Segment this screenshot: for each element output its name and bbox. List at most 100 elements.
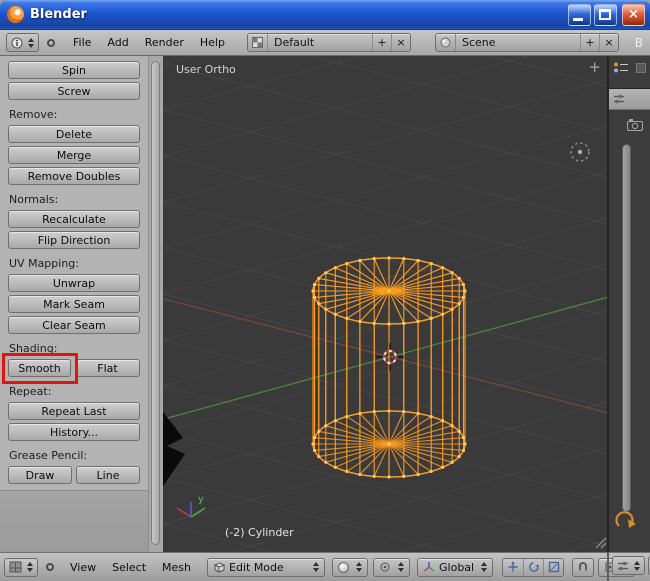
transform-orientation-select[interactable]: Global [417, 557, 494, 577]
tool-button-clear-seam[interactable]: Clear Seam [8, 316, 140, 334]
scene-name-field[interactable]: Scene [454, 34, 580, 51]
menu-mesh[interactable]: Mesh [154, 561, 199, 574]
viewport-canvas[interactable] [163, 56, 607, 552]
screen-layout-icon [251, 37, 263, 48]
scene-unlink-button[interactable]: × [598, 34, 618, 51]
screen-browse-button[interactable] [248, 34, 267, 51]
orientation-value: Global [439, 560, 475, 574]
view-mode-label: User Ortho [176, 63, 236, 76]
viewport-3d: User Ortho + y (-2) Cylinder [163, 56, 607, 552]
mode-select[interactable]: Edit Mode [207, 557, 326, 577]
manipulator-translate-button[interactable] [503, 558, 524, 576]
pivot-icon [380, 562, 390, 572]
manipulator-rotate-button[interactable] [523, 558, 544, 576]
menu-help[interactable]: Help [192, 36, 233, 49]
close-icon: × [628, 7, 639, 22]
properties-editor-icon [618, 561, 628, 570]
tool-button-repeat-last[interactable]: Repeat Last [8, 402, 140, 420]
editor-type-select-properties[interactable] [612, 556, 645, 575]
orientation-arrows-icon [481, 562, 488, 572]
blender-logo-icon [7, 6, 24, 23]
magnet-icon [578, 562, 588, 573]
maximize-button[interactable] [594, 3, 617, 26]
menu-collapse-toggle[interactable] [46, 563, 54, 571]
tool-button-flat[interactable]: Flat [75, 359, 140, 377]
maximize-icon [599, 8, 611, 20]
pivot-select-arrows-icon [398, 562, 405, 572]
manipulator-group [502, 557, 565, 577]
menu-render[interactable]: Render [137, 36, 192, 49]
tool-button-mark-seam[interactable]: Mark Seam [8, 295, 140, 313]
mini-axis-y-label: y [198, 494, 204, 505]
shading-select-arrows-icon [356, 562, 363, 572]
section-label-repeat: Repeat: [9, 385, 52, 398]
axis-icon [424, 562, 434, 572]
properties-bottom-header [612, 556, 650, 575]
minimize-button[interactable] [568, 3, 591, 26]
menu-collapse-toggle[interactable] [47, 38, 55, 47]
editor-select-arrows-icon [27, 562, 33, 572]
object-info-label: (-2) Cylinder [225, 526, 294, 539]
screen-name-field[interactable]: Default [266, 34, 372, 51]
scene-icon [440, 37, 451, 48]
tool-button-smooth[interactable]: Smooth [8, 359, 71, 377]
close-button[interactable]: × [622, 3, 645, 26]
right-panel-strip [607, 56, 650, 552]
screen-layout-selector: Default + × [246, 33, 411, 52]
editor-select-arrows-icon [28, 37, 34, 48]
render-tab-camera-icon[interactable] [627, 118, 643, 134]
view-rotate-widget-icon[interactable] [613, 506, 637, 535]
mode-select-arrows-icon [313, 562, 320, 572]
tool-button-delete[interactable]: Delete [8, 125, 140, 143]
tool-button-unwrap[interactable]: Unwrap [8, 274, 140, 292]
tool-shelf-panels: Spin Screw Remove: Delete Merge Remove D… [0, 56, 148, 490]
editor-type-select-info[interactable] [6, 33, 39, 52]
properties-header [609, 89, 650, 110]
tool-button-remove-doubles[interactable]: Remove Doubles [8, 167, 140, 185]
pivot-point-select[interactable] [373, 557, 411, 577]
scene-selector: Scene + × [434, 33, 619, 52]
tool-button-screw[interactable]: Screw [8, 82, 140, 100]
viewport-header: View Select Mesh Edit Mode Global [0, 552, 650, 581]
edit-mode-cube-icon [213, 562, 226, 573]
tool-button-spin[interactable]: Spin [8, 61, 140, 79]
tool-button-recalculate[interactable]: Recalculate [8, 210, 140, 228]
manipulator-scale-button[interactable] [543, 558, 564, 576]
3dview-editor-icon [9, 561, 22, 573]
info-header: File Add Render Help Default + × Scene +… [0, 30, 650, 56]
tool-button-history[interactable]: History... [8, 423, 140, 441]
snap-magnet-button[interactable] [572, 557, 595, 577]
tool-button-draw[interactable]: Draw [8, 466, 72, 484]
header-divider [607, 552, 609, 581]
add-region-icon[interactable]: + [588, 58, 601, 76]
rotate-icon [528, 562, 539, 572]
tool-button-merge[interactable]: Merge [8, 146, 140, 164]
tool-button-line[interactable]: Line [76, 466, 140, 484]
scene-browse-button[interactable] [436, 34, 455, 51]
outliner-item-icon[interactable] [613, 61, 629, 75]
menu-select[interactable]: Select [104, 561, 154, 574]
outliner-toggle-icon[interactable] [636, 63, 646, 73]
tool-shelf-scrollbar-thumb[interactable] [151, 61, 160, 545]
minimize-icon [573, 17, 583, 21]
menu-view[interactable]: View [62, 561, 104, 574]
blender-window: Blender × File Add Render Help Default +… [0, 0, 650, 581]
screen-unlink-button[interactable]: × [390, 34, 410, 51]
tool-button-flip-direction[interactable]: Flip Direction [8, 231, 140, 249]
section-label-normals: Normals: [9, 193, 59, 206]
properties-scrollbar-thumb[interactable] [622, 144, 631, 512]
tool-shelf: Spin Screw Remove: Delete Merge Remove D… [0, 56, 148, 552]
mode-select-value: Edit Mode [229, 560, 284, 574]
tool-shelf-scrollbar[interactable] [148, 56, 163, 552]
section-label-remove: Remove: [9, 108, 58, 121]
scene-add-button[interactable]: + [579, 34, 599, 51]
viewport-shading-select[interactable] [332, 557, 369, 577]
screen-add-button[interactable]: + [371, 34, 391, 51]
menu-add[interactable]: Add [99, 36, 136, 49]
version-text: B [634, 35, 643, 50]
window-title: Blender [30, 7, 87, 22]
translate-icon [508, 561, 518, 572]
properties-editor-icon[interactable] [613, 93, 625, 105]
menu-file[interactable]: File [65, 36, 99, 49]
editor-type-select-3dview[interactable] [4, 557, 38, 577]
